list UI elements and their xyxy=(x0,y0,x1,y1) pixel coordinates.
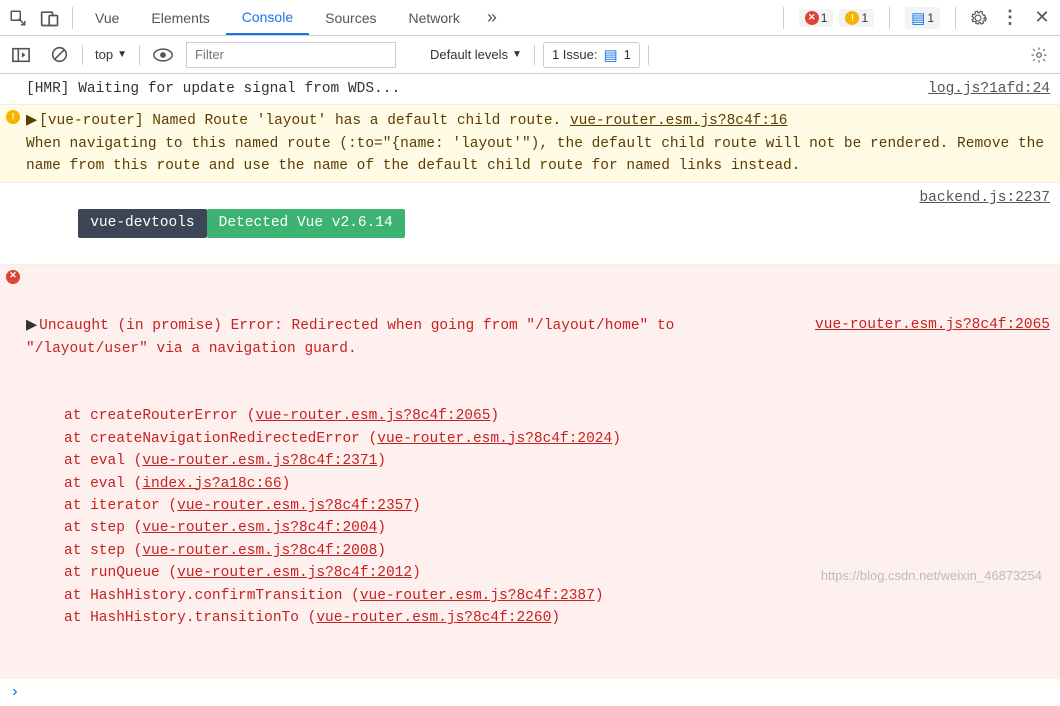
levels-value: Default levels xyxy=(430,47,508,62)
log-text: ▶Uncaught (in promise) Error: Redirected… xyxy=(26,269,1050,674)
stack-trace: at createRouterError (vue-router.esm.js?… xyxy=(26,405,1050,630)
source-link[interactable]: log.js?1afd:24 xyxy=(830,78,1050,100)
stack-frame: at eval (index.js?a18c:66) xyxy=(64,473,1050,495)
sidebar-toggle-icon[interactable] xyxy=(6,40,36,70)
errors-count: 1 xyxy=(821,11,828,25)
separator xyxy=(783,7,784,29)
log-row-error: ✕ ▶Uncaught (in promise) Error: Redirect… xyxy=(0,265,1060,678)
inspect-element-icon[interactable] xyxy=(2,2,34,34)
stack-frame-fn: createRouterError xyxy=(90,408,238,424)
stack-frame-fn: HashHistory.transitionTo xyxy=(90,610,299,626)
status-badges[interactable]: ✕ 1 ! 1 xyxy=(790,9,883,27)
context-value: top xyxy=(95,47,113,62)
stack-frame: at step (vue-router.esm.js?8c4f:2008) xyxy=(64,540,1050,562)
stack-frame-fn: iterator xyxy=(90,498,160,514)
source-link[interactable]: backend.js:2237 xyxy=(830,187,1050,260)
error-icon: ✕ xyxy=(805,11,819,25)
messages-badge-group[interactable]: ▤ 1 xyxy=(896,7,949,29)
stack-frame: at createNavigationRedirectedError (vue-… xyxy=(64,428,1050,450)
error-icon: ✕ xyxy=(6,270,20,284)
warnings-badge[interactable]: ! 1 xyxy=(839,9,874,27)
source-link[interactable]: vue-router.esm.js?8c4f:2012 xyxy=(177,565,412,581)
source-link[interactable]: vue-router.esm.js?8c4f:2004 xyxy=(142,520,377,536)
log-text: vue-devtoolsDetected Vue v2.6.14 xyxy=(26,187,830,260)
messages-count: 1 xyxy=(927,11,934,25)
warning-icon: ! xyxy=(6,110,20,124)
tab-network[interactable]: Network xyxy=(392,2,475,34)
vue-version-badge: Detected Vue v2.6.14 xyxy=(207,209,405,237)
issues-label: 1 Issue: xyxy=(552,47,598,62)
log-text: [HMR] Waiting for update signal from WDS… xyxy=(26,78,830,100)
separator xyxy=(955,7,956,29)
stack-frame-fn: step xyxy=(90,520,125,536)
separator xyxy=(82,45,83,65)
log-text: ▶[vue-router] Named Route 'layout' has a… xyxy=(26,109,1050,177)
source-link[interactable]: vue-router.esm.js?8c4f:2387 xyxy=(360,588,595,604)
console-prompt[interactable]: › xyxy=(0,679,1060,705)
issues-button[interactable]: 1 Issue: ▤ 1 xyxy=(543,42,640,68)
clear-console-icon[interactable] xyxy=(44,40,74,70)
message-icon: ▤ xyxy=(911,9,925,27)
console-toolbar: top ▼ Default levels ▼ 1 Issue: ▤ 1 xyxy=(0,36,1060,74)
stack-frame-fn: HashHistory.confirmTransition xyxy=(90,588,342,604)
stack-frame: at step (vue-router.esm.js?8c4f:2004) xyxy=(64,517,1050,539)
message-icon: ▤ xyxy=(603,46,617,64)
close-icon[interactable]: ✕ xyxy=(1026,2,1058,34)
warnings-count: 1 xyxy=(861,11,868,25)
separator xyxy=(648,45,649,65)
kebab-menu-icon[interactable]: ⋮ xyxy=(994,2,1026,34)
tab-console[interactable]: Console xyxy=(226,1,309,35)
separator xyxy=(534,45,535,65)
source-link[interactable]: vue-router.esm.js?8c4f:2371 xyxy=(142,453,377,469)
live-expression-icon[interactable] xyxy=(148,40,178,70)
settings-icon[interactable] xyxy=(962,2,994,34)
tab-vue[interactable]: Vue xyxy=(79,2,135,34)
vue-devtools-badge: vue-devtools xyxy=(78,209,206,237)
separator xyxy=(889,7,890,29)
log-row-devtools: vue-devtoolsDetected Vue v2.6.14 backend… xyxy=(0,183,1060,265)
stack-frame-fn: step xyxy=(90,543,125,559)
messages-badge[interactable]: ▤ 1 xyxy=(905,7,940,29)
chevron-down-icon: ▼ xyxy=(117,49,127,60)
issues-count: 1 xyxy=(624,47,631,62)
context-selector[interactable]: top ▼ xyxy=(91,47,131,62)
tab-elements[interactable]: Elements xyxy=(135,2,225,34)
separator xyxy=(72,7,73,29)
console-settings-icon[interactable] xyxy=(1024,40,1054,70)
source-link[interactable]: vue-router.esm.js?8c4f:16 xyxy=(570,113,788,129)
log-levels-selector[interactable]: Default levels ▼ xyxy=(426,47,526,62)
log-row-warning: ! ▶[vue-router] Named Route 'layout' has… xyxy=(0,105,1060,182)
source-link[interactable]: index.js?a18c:66 xyxy=(142,476,281,492)
console-messages: [HMR] Waiting for update signal from WDS… xyxy=(0,74,1060,679)
stack-frame-fn: runQueue xyxy=(90,565,160,581)
stack-frame-fn: eval xyxy=(90,476,125,492)
device-toolbar-icon[interactable] xyxy=(34,2,66,34)
stack-frame-fn: eval xyxy=(90,453,125,469)
errors-badge[interactable]: ✕ 1 xyxy=(799,9,834,27)
stack-frame: at createRouterError (vue-router.esm.js?… xyxy=(64,405,1050,427)
more-tabs-icon[interactable]: » xyxy=(476,2,508,34)
watermark: https://blog.csdn.net/weixin_46873254 xyxy=(821,568,1042,583)
log-row-hmr: [HMR] Waiting for update signal from WDS… xyxy=(0,74,1060,105)
stack-frame: at iterator (vue-router.esm.js?8c4f:2357… xyxy=(64,495,1050,517)
source-link[interactable]: vue-router.esm.js?8c4f:2065 xyxy=(255,408,490,424)
warning-icon: ! xyxy=(845,11,859,25)
devtools-tabbar: Vue Elements Console Sources Network » ✕… xyxy=(0,0,1060,36)
stack-frame-fn: createNavigationRedirectedError xyxy=(90,431,360,447)
chevron-down-icon: ▼ xyxy=(512,49,522,60)
source-link[interactable]: vue-router.esm.js?8c4f:2260 xyxy=(316,610,551,626)
tab-sources[interactable]: Sources xyxy=(309,2,392,34)
source-link[interactable]: vue-router.esm.js?8c4f:2357 xyxy=(177,498,412,514)
separator xyxy=(139,45,140,65)
stack-frame: at eval (vue-router.esm.js?8c4f:2371) xyxy=(64,450,1050,472)
filter-input[interactable] xyxy=(186,42,396,68)
source-link[interactable]: vue-router.esm.js?8c4f:2024 xyxy=(377,431,612,447)
stack-frame: at HashHistory.confirmTransition (vue-ro… xyxy=(64,585,1050,607)
expand-caret-icon[interactable]: ▶ xyxy=(26,112,37,128)
source-link[interactable]: vue-router.esm.js?8c4f:2008 xyxy=(142,543,377,559)
stack-frame: at HashHistory.transitionTo (vue-router.… xyxy=(64,607,1050,629)
source-link[interactable]: vue-router.esm.js?8c4f:2065 xyxy=(815,314,1050,360)
expand-caret-icon[interactable]: ▶ xyxy=(26,317,37,333)
